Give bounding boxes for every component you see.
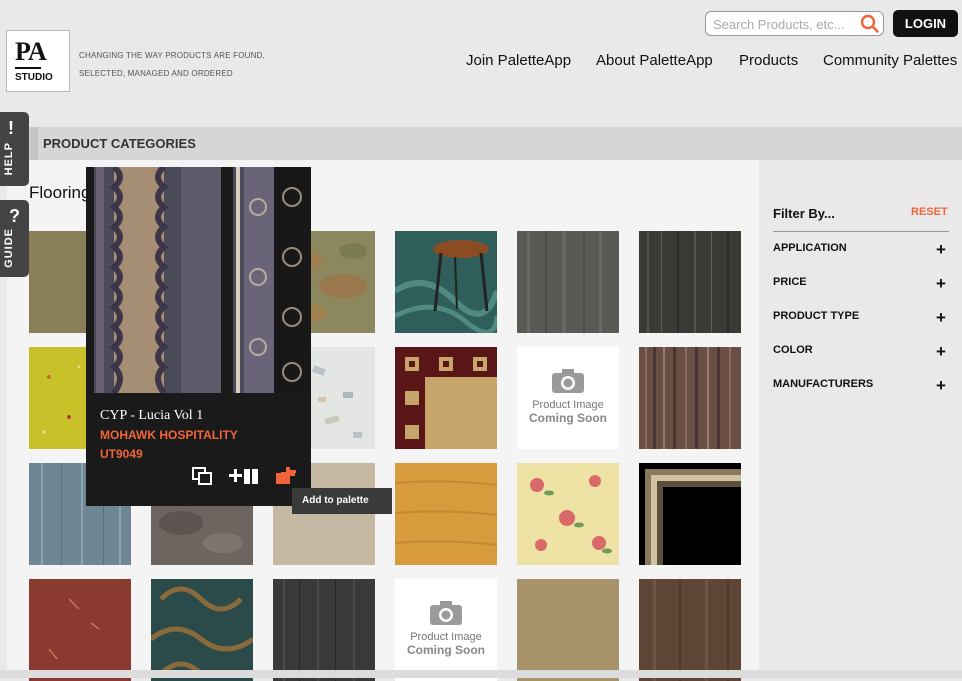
- popup-product-image[interactable]: [86, 167, 311, 393]
- product-image-placeholder[interactable]: Product Image Coming Soon: [517, 347, 619, 449]
- product-image-placeholder[interactable]: Product Image Coming Soon: [395, 579, 497, 681]
- filter-application[interactable]: APPLICATION: [773, 242, 847, 254]
- popup-product-name[interactable]: CYP - Lucia Vol 1: [100, 408, 203, 424]
- categories-title[interactable]: PRODUCT CATEGORIES: [43, 136, 196, 151]
- product-tile[interactable]: [395, 231, 497, 333]
- product-tile[interactable]: [639, 231, 741, 333]
- nav-community-palettes[interactable]: Community Palettes: [823, 52, 957, 69]
- product-tile[interactable]: [639, 579, 741, 681]
- reset-link[interactable]: RESET: [911, 206, 948, 218]
- filter-product-type[interactable]: PRODUCT TYPE: [773, 310, 859, 322]
- tagline: CHANGING THE WAY PRODUCTS ARE FOUND, SEL…: [79, 47, 265, 83]
- compare-icon[interactable]: [229, 467, 261, 491]
- question-icon: ?: [9, 206, 20, 226]
- exclamation-icon: !: [8, 118, 14, 138]
- expand-plus-icon[interactable]: +: [936, 308, 946, 328]
- guide-tab-label: GUIDE: [3, 228, 15, 268]
- search-box: [705, 11, 884, 36]
- product-tile[interactable]: [151, 579, 253, 681]
- logo-mark: PA: [15, 37, 47, 66]
- help-tab[interactable]: ! HELP: [0, 112, 29, 186]
- product-tile[interactable]: [395, 463, 497, 565]
- product-tile[interactable]: [517, 579, 619, 681]
- nav-join[interactable]: Join PaletteApp: [466, 52, 571, 69]
- logo-studio: STUDIO: [15, 72, 53, 83]
- login-button[interactable]: LOGIN: [893, 10, 958, 37]
- product-tile[interactable]: [273, 579, 375, 681]
- nav-about[interactable]: About PaletteApp: [596, 52, 713, 69]
- logo-divider: [15, 67, 41, 69]
- nav-products[interactable]: Products: [739, 52, 798, 69]
- placeholder-line1: Product Image: [532, 399, 604, 411]
- product-tile[interactable]: [639, 347, 741, 449]
- expand-plus-icon[interactable]: +: [936, 342, 946, 362]
- section-title: Flooring: [29, 183, 91, 202]
- filter-title: Filter By...: [773, 206, 835, 221]
- logo[interactable]: PA STUDIO: [6, 30, 70, 92]
- placeholder-line1: Product Image: [410, 631, 482, 643]
- product-tile[interactable]: [517, 463, 619, 565]
- view-icon[interactable]: [192, 467, 213, 491]
- filter-color[interactable]: COLOR: [773, 344, 813, 356]
- product-tile[interactable]: [639, 463, 741, 565]
- guide-tab[interactable]: ? GUIDE: [0, 200, 29, 277]
- help-tab-label: HELP: [3, 142, 15, 176]
- product-tile[interactable]: [29, 579, 131, 681]
- placeholder-line2: Coming Soon: [407, 643, 485, 657]
- popup-manufacturer[interactable]: MOHAWK HOSPITALITY: [100, 428, 238, 442]
- product-tile[interactable]: [395, 347, 497, 449]
- filter-divider: [773, 231, 949, 232]
- popup-product-code: UT9049: [100, 447, 143, 461]
- page-bottom-edge: [0, 670, 962, 678]
- tagline-line: CHANGING THE WAY PRODUCTS ARE FOUND,: [79, 51, 266, 60]
- tagline-line: SELECTED, MANAGED AND ORDERED: [79, 69, 233, 78]
- search-icon[interactable]: [860, 14, 879, 33]
- expand-plus-icon[interactable]: +: [936, 376, 946, 396]
- add-to-palette-tooltip: Add to palette: [292, 488, 392, 514]
- search-input[interactable]: [711, 15, 860, 34]
- product-tile[interactable]: [517, 231, 619, 333]
- expand-plus-icon[interactable]: +: [936, 274, 946, 294]
- placeholder-line2: Coming Soon: [529, 411, 607, 425]
- filter-price[interactable]: PRICE: [773, 276, 807, 288]
- category-bar-accent: [30, 127, 38, 160]
- expand-plus-icon[interactable]: +: [936, 240, 946, 260]
- filter-manufacturers[interactable]: MANUFACTURERS: [773, 378, 873, 390]
